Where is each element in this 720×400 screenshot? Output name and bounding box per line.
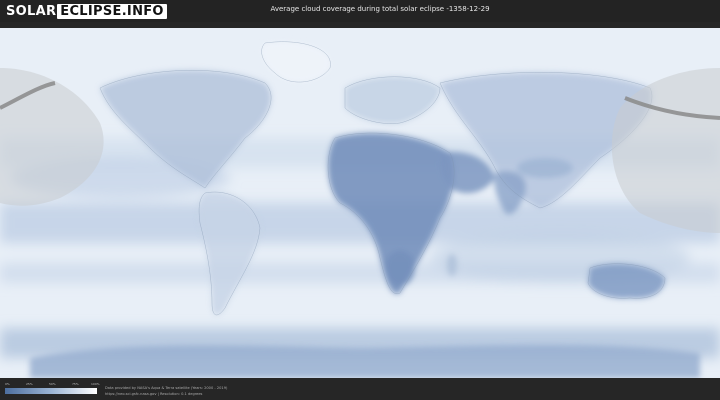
logo-solar-text: SOLAR	[6, 3, 57, 19]
map-title: Average cloud coverage during total sola…	[270, 5, 490, 13]
site-logo[interactable]: SOLAR ECLIPSE.INFO	[6, 3, 167, 19]
logo-eclipse-info-text: ECLIPSE.INFO	[57, 3, 167, 19]
legend-tick: 25%	[26, 382, 33, 386]
credit-line-2[interactable]: https://neo.sci.gsfc.nasa.gov | Resoluti…	[105, 391, 227, 397]
legend-tick: 75%	[72, 382, 79, 386]
header-bar: SOLAR ECLIPSE.INFO Average cloud coverag…	[0, 0, 720, 22]
legend-tick: 0%	[5, 382, 10, 386]
cloud-coverage-map	[0, 28, 720, 378]
data-credits: Data provided by NASA's Aqua & Terra sat…	[105, 385, 227, 397]
world-map-svg	[0, 28, 720, 378]
footer-bar: 0% 25% 50% 75% 100% Data provided by NAS…	[0, 378, 720, 400]
legend-tick: 50%	[49, 382, 56, 386]
legend-tick: 100%	[91, 382, 100, 386]
cloud-coverage-legend-bar	[5, 388, 97, 394]
